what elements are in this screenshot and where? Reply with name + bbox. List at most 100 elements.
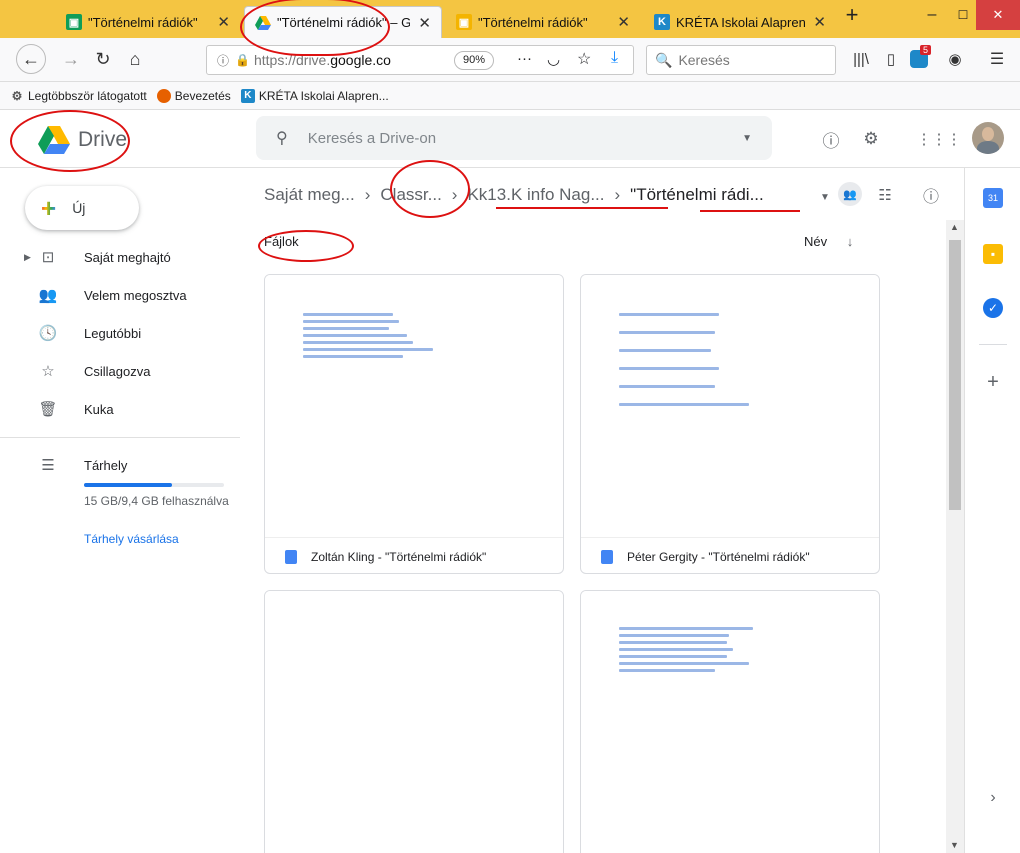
scroll-down-icon[interactable]: ▼ <box>950 840 959 850</box>
buy-storage-link[interactable]: Tárhely vásárlása <box>84 532 179 546</box>
browser-tab-1[interactable]: ▣ "Történelmi rádiók" ✕ <box>56 6 240 38</box>
browser-titlebar: ▣ "Történelmi rádiók" ✕ "Történelmi rádi… <box>0 0 1020 38</box>
account-icon[interactable]: ◉ <box>940 44 970 74</box>
back-button[interactable]: ← <box>16 44 46 74</box>
new-button[interactable]: + Új <box>25 186 139 230</box>
vertical-scrollbar[interactable]: ▲ ▼ <box>946 220 964 853</box>
info-icon[interactable]: ⓘ <box>217 52 229 69</box>
browser-tab-3[interactable]: ▣ "Történelmi rádiók" ✕ <box>446 6 640 38</box>
sort-button[interactable]: Név ↓ <box>804 234 853 249</box>
file-card[interactable] <box>580 590 880 853</box>
plus-icon: + <box>41 192 57 223</box>
breadcrumb-current[interactable]: "Történelmi rádi... <box>630 185 764 205</box>
window-close-button[interactable]: ✕ <box>976 0 1020 30</box>
nav-my-drive[interactable]: ▶ ⊡ Saját meghajtó <box>0 239 240 275</box>
extension-badge: 5 <box>920 45 932 55</box>
section-title: Fájlok <box>264 234 299 249</box>
avatar[interactable] <box>972 122 1004 154</box>
classroom-favicon-icon: ▣ <box>456 14 472 30</box>
details-info-icon[interactable]: ⓘ <box>918 182 944 208</box>
scrollbar-thumb[interactable] <box>949 240 961 510</box>
browser-search-field[interactable]: 🔍 Keresés <box>646 45 836 75</box>
classroom-favicon-icon: ▣ <box>66 14 82 30</box>
file-card[interactable] <box>264 590 564 853</box>
url-text[interactable]: https://drive.google.co <box>254 52 434 68</box>
shared-folder-icon: 👥 <box>838 182 862 206</box>
drive-logo-text: Drive <box>78 128 128 151</box>
extension-icon[interactable]: 5 <box>904 44 934 74</box>
file-name: Péter Gergity - "Történelmi rádiók" <box>627 549 810 564</box>
nav-trash[interactable]: 🗑 Kuka <box>0 391 240 427</box>
help-icon[interactable]: ⓘ <box>818 126 844 152</box>
close-tab-icon[interactable]: ✕ <box>617 13 630 31</box>
expand-arrow-icon[interactable]: ▶ <box>24 252 31 263</box>
clock-icon: 🕓 <box>38 325 58 342</box>
side-panel: 31 ▪ ✓ + › <box>964 168 1020 853</box>
scroll-up-icon[interactable]: ▲ <box>950 222 959 232</box>
kreta-favicon-icon: K <box>654 14 670 30</box>
zoom-indicator[interactable]: 90% <box>453 50 494 70</box>
apps-grid-icon[interactable]: ⋮⋮⋮ <box>917 126 962 152</box>
search-icon: 🔍 <box>655 51 673 68</box>
nav-storage[interactable]: ☰ Tárhely <box>0 447 240 483</box>
breadcrumb: Saját meg... › Classr... › Kk13.K info N… <box>264 180 764 210</box>
google-docs-icon <box>285 549 297 564</box>
nav-shared-with-me[interactable]: 👥 Velem megosztva <box>0 277 240 313</box>
reload-button[interactable]: ↻ <box>88 44 118 74</box>
minimize-button[interactable]: ‒ <box>914 0 950 30</box>
close-tab-icon[interactable]: ✕ <box>217 13 230 31</box>
file-grid-area: Fájlok Név ↓ Zoltán Kling - "Történelmi … <box>242 224 946 853</box>
bookmark-kreta[interactable]: K KRÉTA Iskolai Alapren... <box>240 88 389 103</box>
browser-tab-2-active[interactable]: "Történelmi rádiók" – G ✕ <box>244 6 442 38</box>
forward-button[interactable]: → <box>56 44 86 74</box>
breadcrumb-item[interactable]: Kk13.K info Nag... <box>467 185 604 205</box>
home-icon[interactable]: ⌂ <box>120 44 150 74</box>
bookmark-bevezetes[interactable]: Bevezetés <box>156 88 231 103</box>
storage-icon: ☰ <box>41 457 55 474</box>
nav-starred[interactable]: ☆ Csillagozva <box>0 353 240 389</box>
menu-icon[interactable]: ☰ <box>982 44 1012 74</box>
drive-search-input[interactable]: ⚲ Keresés a Drive-on ▼ <box>256 116 772 160</box>
file-card[interactable]: Zoltán Kling - "Történelmi rádiók" <box>264 274 564 574</box>
close-tab-icon[interactable]: ✕ <box>418 14 431 32</box>
add-addon-icon[interactable]: + <box>983 371 1003 393</box>
keep-icon[interactable]: ▪ <box>983 244 1003 264</box>
maximize-button[interactable]: ☐ <box>950 0 976 30</box>
settings-gear-icon[interactable]: ⚙ <box>858 126 884 152</box>
breadcrumb-item[interactable]: Saját meg... <box>264 185 355 205</box>
file-card[interactable]: Péter Gergity - "Történelmi rádiók" <box>580 274 880 574</box>
file-footer: Péter Gergity - "Történelmi rádiók" <box>581 537 879 573</box>
page-actions-icon[interactable]: ··· <box>517 50 532 67</box>
pocket-icon[interactable]: ◡ <box>547 50 560 68</box>
expand-panel-icon[interactable]: › <box>983 788 1003 808</box>
bookmark-most-visited[interactable]: ⚙ Legtöbbször látogatott <box>10 89 147 103</box>
trash-icon: 🗑 <box>38 401 58 418</box>
sidebar-divider <box>0 437 240 438</box>
drive-favicon-icon <box>255 15 271 31</box>
star-icon: ☆ <box>41 363 55 380</box>
folder-dropdown-icon[interactable]: ▼ <box>812 184 838 210</box>
sort-arrow-icon: ↓ <box>846 234 854 249</box>
file-thumbnail <box>265 275 563 537</box>
new-tab-button[interactable]: + <box>840 0 864 30</box>
drive-app: Drive ⚲ Keresés a Drive-on ▼ ⓘ ⚙ ⋮⋮⋮ + Ú… <box>0 110 1020 853</box>
browser-tab-4[interactable]: K KRÉTA Iskolai Alaprend ✕ <box>644 6 836 38</box>
sidebar-toggle-icon[interactable]: ▯ <box>876 44 906 74</box>
shared-people-icon: 👥 <box>38 287 58 304</box>
drive-logo[interactable]: Drive <box>38 126 127 154</box>
search-options-icon[interactable]: ▼ <box>742 133 752 144</box>
nav-recent[interactable]: 🕓 Legutóbbi <box>0 315 240 351</box>
bookmarks-toolbar: ⚙ Legtöbbször látogatott Bevezetés K KRÉ… <box>0 82 1020 110</box>
tasks-icon[interactable]: ✓ <box>983 298 1003 318</box>
download-icon[interactable]: ⤓ <box>611 49 618 67</box>
tab-label: "Történelmi rádiók" <box>478 14 588 30</box>
calendar-icon[interactable]: 31 <box>983 188 1003 208</box>
bookmark-star-icon[interactable]: ☆ <box>577 49 591 69</box>
breadcrumb-item[interactable]: Classr... <box>380 185 441 205</box>
library-icon[interactable]: |||\ <box>846 44 876 74</box>
file-thumbnail <box>581 591 879 853</box>
storage-used-text: 15 GB/9,4 GB felhasználva <box>84 494 229 508</box>
list-view-icon[interactable]: ☷ <box>872 182 898 208</box>
url-bar[interactable]: ⓘ 🔒 https://drive.google.co 90% ··· ◡ ☆ … <box>206 45 634 75</box>
close-tab-icon[interactable]: ✕ <box>813 13 826 31</box>
